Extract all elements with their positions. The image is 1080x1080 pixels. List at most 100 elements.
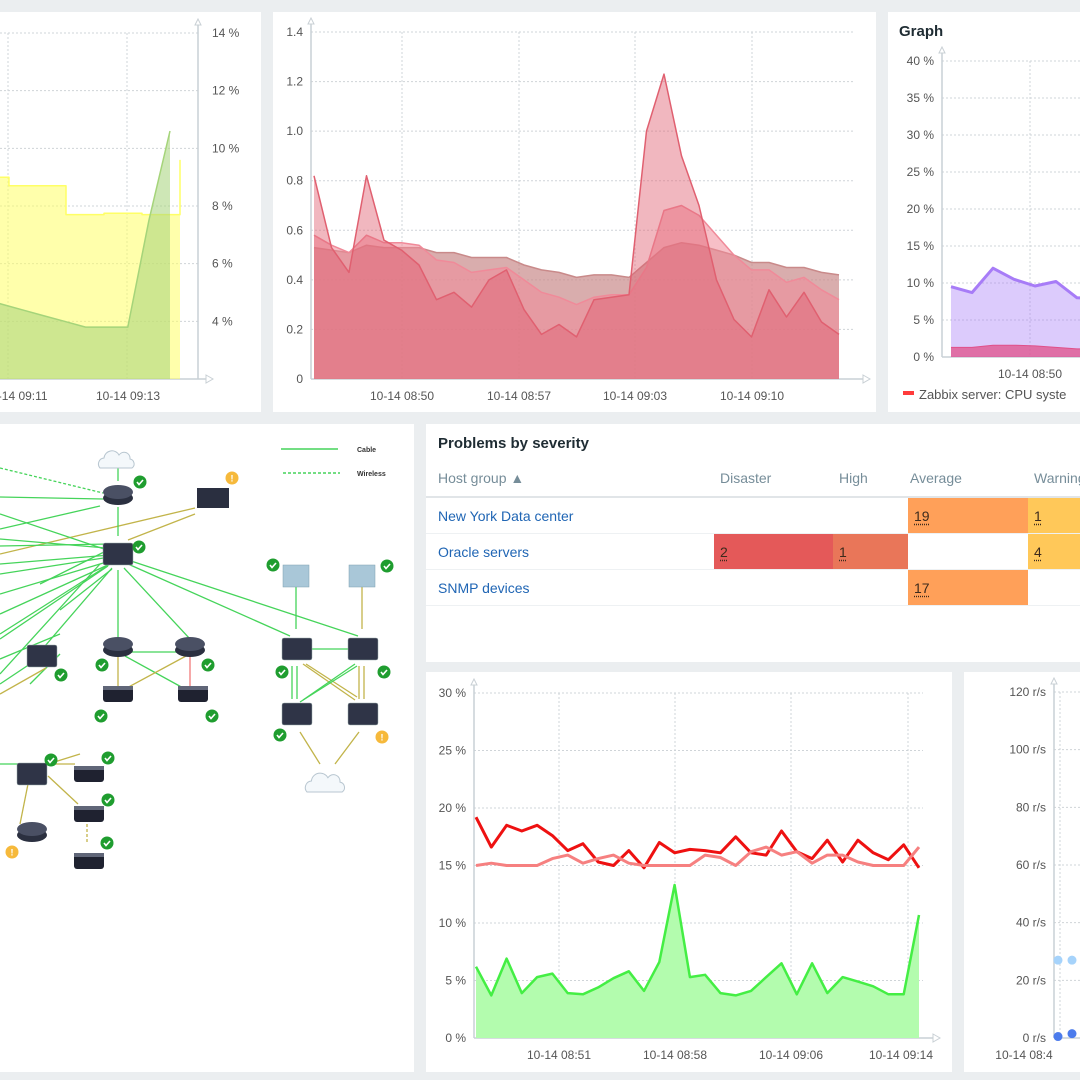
column-disaster: Disaster	[714, 460, 833, 498]
disaster-count-cell[interactable]: 2	[714, 533, 833, 570]
ok-check-icon	[266, 558, 280, 572]
line-chart-cpu: 30 % 25 % 20 % 15 % 10 % 5 % 0 % 10-14 08:51 10-…	[439, 677, 942, 1062]
warning-count-cell[interactable]: 1	[1028, 497, 1080, 534]
y-tick-label: 25 %	[439, 744, 467, 758]
average-count[interactable]: 17	[914, 580, 930, 596]
host-group-cell: SNMP devices	[426, 569, 714, 606]
map-link	[127, 559, 359, 637]
data-point	[1067, 1029, 1077, 1039]
high-count-cell[interactable]: 1	[833, 533, 908, 570]
warning-count-cell[interactable]: 4	[1028, 533, 1080, 570]
y-tick-label: 20 r/s	[1016, 973, 1046, 987]
data-point	[1053, 955, 1063, 965]
x-tick-label: 10-14 09:11	[0, 389, 48, 403]
problems-by-severity-widget: Problems by severity Host group ▲ Disast…	[426, 424, 1080, 662]
y-tick-label: 1.2	[286, 75, 303, 89]
map-link	[123, 567, 191, 640]
switch-device-top	[74, 766, 104, 770]
average-count[interactable]: 19	[914, 508, 930, 524]
y-tick-label: 0.8	[286, 174, 303, 188]
host-group-link[interactable]: Oracle servers	[438, 544, 529, 560]
y-axis-arrow	[938, 45, 946, 54]
x-axis-arrow	[205, 374, 215, 384]
high-count[interactable]: 1	[839, 544, 847, 560]
series-area	[476, 885, 919, 1038]
host-group-link[interactable]: New York Data center	[438, 508, 573, 524]
map-link	[299, 665, 358, 703]
ok-check-icon	[44, 753, 58, 767]
average-count-cell[interactable]: 19	[908, 497, 1028, 534]
warning-count[interactable]: 4	[1034, 544, 1042, 560]
map-link	[0, 467, 104, 494]
firewall-device	[347, 702, 379, 726]
ok-check-icon	[273, 728, 287, 742]
graph-widget-rate: 120 r/s 100 r/s 80 r/s 60 r/s 40 r/s 20 r/s 0 …	[964, 672, 1080, 1072]
y-tick-label: 100 r/s	[1009, 743, 1046, 757]
area-chart-cpu: 40 % 35 % 30 % 25 % 20 % 15 % 10 % 5 % 0 % 10-14 …	[903, 45, 1080, 402]
host-group-cell: Oracle servers	[426, 533, 714, 570]
appliance-device	[197, 488, 229, 508]
graph-widget-top-left: 14 % 12 % 10 % 8 % 6 % 4 % 10-14 09:11 10-14 09…	[0, 12, 261, 412]
switch-device	[16, 762, 48, 786]
disaster-count-cell	[714, 497, 833, 534]
y-tick-label: 0	[296, 372, 303, 386]
x-tick-label: 10-14 08:51	[527, 1048, 591, 1062]
map-link	[0, 563, 111, 635]
y-tick-label: 20 %	[439, 801, 467, 815]
problem-warning-glyph: !	[381, 733, 384, 743]
problem-warning-glyph: !	[11, 848, 14, 858]
y-axis-arrow	[470, 677, 478, 686]
host-group-cell: New York Data center	[426, 497, 714, 534]
legend-label: Cable	[357, 447, 376, 454]
problem-warning-glyph: !	[231, 474, 234, 484]
y-tick-label: 6 %	[212, 257, 233, 271]
table-header-row: Host group ▲ Disaster High Average Warni…	[426, 460, 1080, 498]
core-router-device	[26, 644, 58, 668]
y-tick-label: 0 r/s	[1023, 1031, 1046, 1045]
security-appliance-device	[348, 564, 376, 588]
y-tick-label: 0.6	[286, 223, 303, 237]
table-row: Oracle servers 2 1 4	[426, 533, 1080, 570]
y-tick-label: 60 r/s	[1016, 858, 1046, 872]
cloud-device	[304, 772, 346, 793]
legend-color-swatch	[903, 391, 914, 395]
network-map-widget: Cable Wireless!!!	[0, 424, 414, 1072]
area-chart-top-left: 14 % 12 % 10 % 8 % 6 % 4 % 10-14 09:11 10-14 09…	[0, 17, 240, 403]
map-link	[334, 731, 360, 765]
ok-check-icon	[94, 709, 108, 723]
map-link	[0, 496, 104, 500]
ok-check-icon	[101, 751, 115, 765]
firewall-device	[281, 637, 313, 661]
ok-check-icon	[132, 540, 146, 554]
disaster-count-cell	[714, 569, 833, 606]
map-link	[0, 667, 47, 695]
y-tick-label: 12 %	[212, 84, 240, 98]
y-tick-label: 0 %	[913, 350, 934, 364]
host-group-link[interactable]: SNMP devices	[438, 580, 530, 596]
x-axis-arrow	[862, 374, 872, 384]
average-count-cell	[908, 533, 1028, 570]
map-link	[127, 513, 196, 541]
switch-device-top	[74, 806, 104, 810]
ok-check-icon	[205, 709, 219, 723]
ok-check-icon	[54, 668, 68, 682]
ok-check-icon	[275, 665, 289, 679]
average-count-cell[interactable]: 17	[908, 569, 1028, 606]
core-switch-device	[102, 542, 134, 566]
table-row: SNMP devices 17	[426, 569, 1080, 606]
y-tick-label: 15 %	[907, 239, 935, 253]
switch-device-top	[178, 686, 208, 690]
warning-count[interactable]: 1	[1034, 508, 1042, 524]
y-tick-label: 120 r/s	[1009, 685, 1046, 699]
y-tick-label: 40 r/s	[1016, 916, 1046, 930]
router-device-top	[103, 637, 133, 651]
y-tick-label: 25 %	[907, 165, 935, 179]
y-tick-label: 8 %	[212, 199, 233, 213]
y-tick-label: 30 %	[439, 686, 467, 700]
y-tick-label: 15 %	[439, 859, 467, 873]
x-tick-label: 10-14 08:57	[487, 389, 551, 403]
column-host-group[interactable]: Host group ▲	[426, 460, 714, 498]
switch-device-top	[103, 686, 133, 690]
ok-check-icon	[95, 658, 109, 672]
disaster-count[interactable]: 2	[720, 544, 728, 560]
